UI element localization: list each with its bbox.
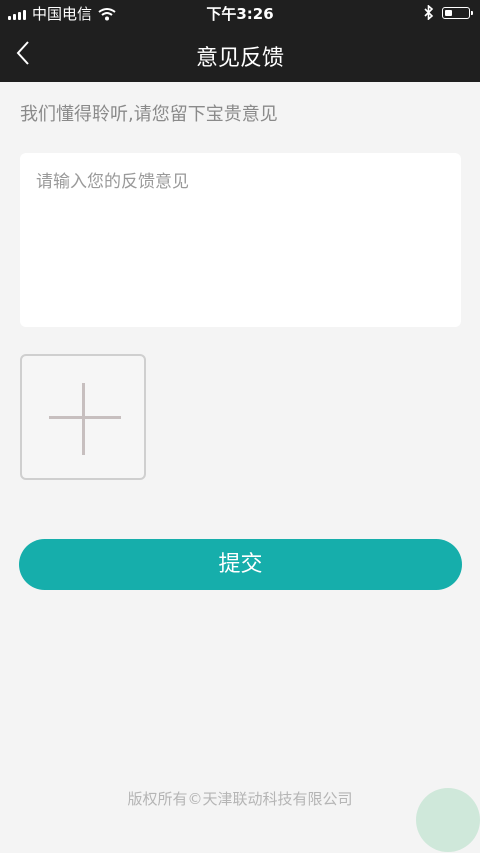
nav-bar: 意见反馈 (0, 26, 480, 82)
submit-button[interactable]: 提交 (19, 539, 462, 590)
subtitle: 我们懂得聆听,请您留下宝贵意见 (20, 104, 278, 125)
status-time: 下午3:26 (206, 5, 274, 23)
floating-button[interactable] (416, 788, 480, 852)
add-image-button[interactable] (20, 354, 146, 480)
battery-level (445, 9, 452, 16)
status-bar: 中国电信 下午3:26 (0, 0, 480, 26)
copyright-text: 版权所有©天津联动科技有限公司 (127, 790, 353, 808)
bluetooth-icon (424, 5, 434, 20)
feedback-input[interactable] (20, 153, 461, 327)
battery-icon (442, 6, 473, 19)
page-title: 意见反馈 (195, 46, 284, 71)
feedback-box (20, 153, 461, 327)
status-right (424, 5, 473, 20)
